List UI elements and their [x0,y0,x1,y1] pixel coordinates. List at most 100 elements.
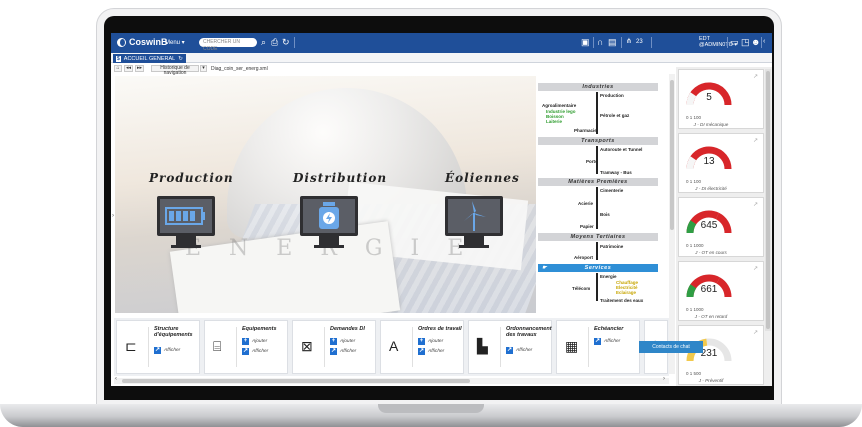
headset-icon[interactable]: ∩ [597,37,603,47]
tree-node[interactable]: Production [600,93,624,98]
tile-action-show[interactable]: ↗ Afficher [330,348,356,355]
gauge-scale: 0 1 100 [686,179,702,184]
refresh-tab-icon[interactable]: ↻ [178,56,183,62]
tree-section-industries[interactable]: Industries [538,83,658,91]
document-icon[interactable]: ▣ [581,37,590,47]
print-icon[interactable]: ⎙ [271,37,278,47]
label-production[interactable]: Production [149,171,234,185]
tile-title: Ordres de travail [418,326,462,332]
tree-node[interactable]: Agroalimentaire [542,103,576,108]
tree-node[interactable]: Acierie [578,201,593,206]
expand-icon[interactable]: ↗ [753,137,758,144]
tile-structure[interactable]: ⊏ Structure d'équipements ↗ Afficher [116,320,200,374]
chevron-left-icon[interactable]: ‹ [763,37,765,47]
tile-action-label: Afficher [604,339,621,344]
monitor-foot [459,245,489,248]
app-logo[interactable]: CoswinB [117,37,168,47]
scroll-left-icon[interactable]: ‹ [115,376,117,382]
tree-node[interactable]: Cimenterie [600,188,623,193]
scroll-thumb[interactable] [122,379,470,383]
expand-icon[interactable]: ↗ [753,329,758,336]
tile-echeancier[interactable]: ▦ Echéancier ↗ Afficher [556,320,640,374]
kpi-gauge[interactable]: 661 0 1 1000 J - OT en retard ↗ [678,261,764,321]
tile-action-add[interactable]: + Ajouter [418,338,443,345]
chat-contacts-button[interactable]: Contacts de chat [639,341,703,353]
tile-action-show[interactable]: ↗ Afficher [594,338,620,345]
tree-node[interactable]: Papier [580,224,594,229]
monitor-eoliennes[interactable] [445,196,503,236]
scroll-thumb[interactable] [766,71,770,329]
monitor-production[interactable] [157,196,215,236]
tile-equipements[interactable]: ⌸ Equipements + Ajouter ↗ Afficher [204,320,288,374]
search-input[interactable]: CHERCHER UN CODE [199,38,257,52]
battery-icon [160,199,212,233]
tile-ordonnancement[interactable]: ▙ Ordonnancement des travaux ↗ Afficher [468,320,552,374]
tree-node[interactable]: Pétrole et gaz [600,113,629,118]
gauge-value: 645 [700,220,718,231]
gauge-scrollbar[interactable] [765,69,771,331]
label-eoliennes[interactable]: Éoliennes [445,171,520,185]
clipboard-icon[interactable]: ▤ [608,37,617,47]
tree-node[interactable]: Energie [600,274,617,279]
refresh-icon[interactable]: ↻ [282,37,290,47]
tile-ordres[interactable]: A Ordres de travail + Ajouter ↗ Afficher [380,320,464,374]
tile-action-show[interactable]: ↗ Afficher [242,348,268,355]
monitor-foot [171,245,201,248]
kpi-gauge[interactable]: 13 0 1 100 J - DI électricité ↗ [678,133,764,193]
tree-node[interactable]: Bois [600,212,610,217]
tree-section-services[interactable]: ☛ Services [538,264,658,272]
forward-button[interactable]: ▸▸ [135,65,144,72]
tree-node[interactable]: Télécom [572,286,590,291]
tree-section-transports[interactable]: Transports [538,137,658,145]
org-icon[interactable]: ⋔ [626,37,632,47]
tile-demandes[interactable]: ⊠ Demandes DI + Ajouter ↗ Afficher [292,320,376,374]
tree-node[interactable]: Pharmacie [574,128,597,133]
tile-divider [500,327,501,367]
history-select[interactable]: Historique de navigation [151,65,199,76]
back-button[interactable]: ◂◂ [124,65,133,72]
monitor-distribution[interactable] [300,196,358,236]
tab-home[interactable]: $ ACCUEIL GENERAL ↻ [113,54,186,63]
tree-section-matieres[interactable]: Matières Premières [538,178,658,186]
label-distribution[interactable]: Distribution [293,171,387,185]
tree-node[interactable]: Laiterie [546,119,562,124]
tree-node[interactable]: Patrimoine [600,244,623,249]
tree-node[interactable]: Ports [586,159,598,164]
tree-connector [596,273,598,301]
home-icon[interactable]: ⌂ [114,65,122,72]
comment-icon[interactable]: ▭ [730,37,739,47]
expand-icon[interactable]: ↗ [753,265,758,272]
tile-action-show[interactable]: ↗ Afficher [154,347,180,354]
tree-node[interactable]: Aéroport [574,255,593,260]
kpi-gauge[interactable]: 645 0 1 1000 J - OT en cours ↗ [678,197,764,257]
tree-node[interactable]: Autoroute et Tunnel [600,147,642,152]
tile-action-add[interactable]: + Ajouter [330,338,355,345]
menu-button[interactable]: Menu ▾ [165,39,185,46]
history-dropdown[interactable]: ▾ [200,65,207,72]
tile-action-show[interactable]: ↗ Afficher [418,348,444,355]
users-icon[interactable]: ☻ [751,37,760,47]
main-vertical-scrollbar[interactable] [669,74,675,374]
expand-icon[interactable]: ↗ [753,73,758,80]
main-horizontal-scrollbar[interactable]: ‹ › [114,376,669,384]
tile-action-add[interactable]: + Ajouter [242,338,267,345]
scroll-thumb[interactable] [670,80,674,230]
kpi-gauge[interactable]: 5 0 1 100 J - DI mécanique ↗ [678,69,764,129]
tree-connector [596,187,598,229]
collapse-left-icon[interactable]: › [112,213,114,219]
chat-icon[interactable]: ◳ [741,37,750,47]
gauge-value: 13 [703,156,715,167]
tile-action-show[interactable]: ↗ Afficher [506,347,532,354]
tree-node[interactable]: Traitement des eaux [600,298,643,303]
expand-icon[interactable]: ↗ [753,201,758,208]
tile-title: Demandes DI [330,326,365,332]
show-icon: ↗ [418,348,425,355]
search-icon[interactable]: ⌕ [261,37,266,47]
tree-node[interactable]: Eclairage [616,290,636,295]
scroll-right-icon[interactable]: › [663,376,665,382]
tree-node[interactable]: Tramway - Bus [600,170,632,175]
kpi-gauge[interactable]: 231 0 1 500 J - Préventif ↗ [678,325,764,385]
tile-action-label: Ajouter [252,339,268,344]
tree-section-tertiaires[interactable]: Moyens Tertiaires [538,233,658,241]
add-icon: + [418,338,425,345]
